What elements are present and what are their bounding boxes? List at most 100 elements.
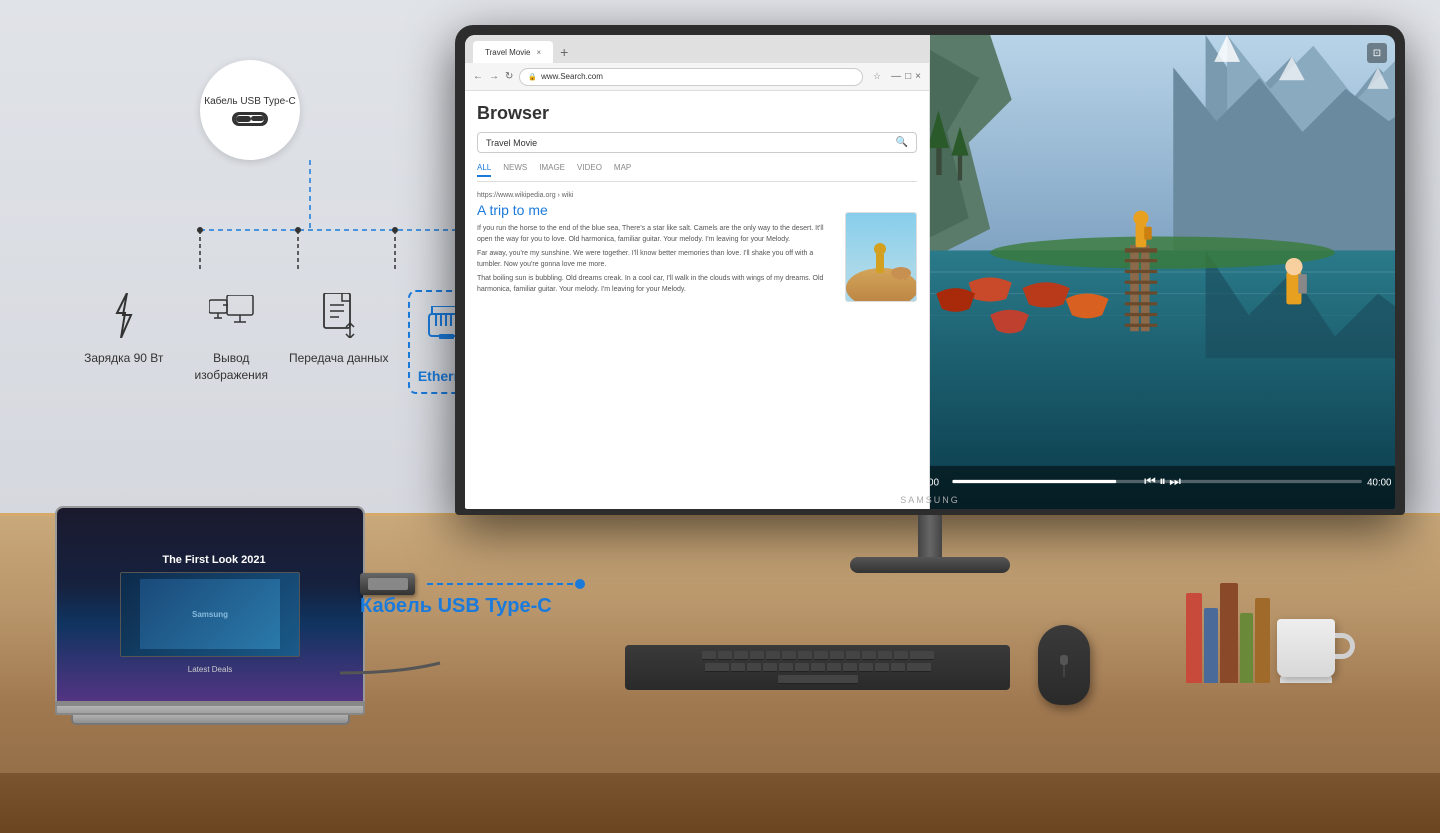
key bbox=[843, 663, 857, 672]
result-para-1: If you run the horse to the end of the b… bbox=[477, 224, 837, 245]
maximize-button[interactable]: □ bbox=[905, 71, 911, 82]
tab-map[interactable]: MAP bbox=[614, 163, 631, 177]
thumbnail-image bbox=[846, 213, 917, 302]
usb-badge-label: Кабель USB Type-C bbox=[204, 95, 295, 108]
browser-tab-bar: Travel Movie × + bbox=[465, 35, 929, 63]
lock-icon: 🔒 bbox=[528, 73, 537, 81]
key bbox=[875, 663, 889, 672]
tab-video[interactable]: VIDEO bbox=[577, 163, 602, 177]
keyboard bbox=[625, 645, 1010, 690]
book-3 bbox=[1220, 583, 1238, 683]
browser-panel: Travel Movie × + ← → ↻ 🔒 www.Search.com … bbox=[465, 35, 930, 509]
url-text: www.Search.com bbox=[541, 72, 603, 81]
key bbox=[830, 651, 844, 660]
key bbox=[766, 651, 780, 660]
feature-charging: Зарядка 90 Вт bbox=[70, 290, 178, 367]
search-tabs-nav: ALL NEWS IMAGE VIDEO MAP bbox=[477, 163, 917, 182]
key bbox=[798, 651, 812, 660]
minimize-button[interactable]: — bbox=[891, 71, 901, 82]
books-stack bbox=[1186, 583, 1270, 683]
search-icon: 🔍 bbox=[896, 137, 908, 148]
search-result: https://www.wikipedia.org › wiki A trip … bbox=[477, 192, 917, 295]
spacebar bbox=[778, 675, 858, 684]
nature-scene: 22:00 40:00 ⏮ ⏸ ⏭ bbox=[930, 35, 1395, 509]
monitor-screen: Travel Movie × + ← → ↻ 🔒 www.Search.com … bbox=[465, 35, 1395, 509]
key bbox=[862, 651, 876, 660]
key bbox=[705, 663, 729, 672]
document-icon-wrap bbox=[314, 290, 364, 340]
mug-body bbox=[1277, 619, 1335, 677]
data-label: Передача данных bbox=[289, 350, 389, 367]
browser-page-title: Browser bbox=[477, 103, 917, 124]
result-url: https://www.wikipedia.org › wiki bbox=[477, 192, 917, 199]
browser-search-bar[interactable]: Travel Movie 🔍 bbox=[477, 132, 917, 153]
key bbox=[859, 663, 873, 672]
url-bar[interactable]: 🔒 www.Search.com bbox=[519, 68, 863, 86]
key bbox=[910, 651, 934, 660]
charging-label: Зарядка 90 Вт bbox=[84, 350, 163, 367]
key bbox=[702, 651, 716, 660]
monitor-icon-wrap bbox=[206, 290, 256, 340]
monitor-bezel: Travel Movie × + ← → ↻ 🔒 www.Search.com … bbox=[455, 25, 1405, 515]
tab-image[interactable]: IMAGE bbox=[539, 163, 565, 177]
svg-text:40:00: 40:00 bbox=[1367, 477, 1392, 488]
usb-plug-icon bbox=[360, 573, 415, 595]
book-1 bbox=[1186, 593, 1202, 683]
browser-content-area: Browser Travel Movie 🔍 ALL NEWS IMAGE VI… bbox=[465, 91, 929, 509]
key bbox=[750, 651, 764, 660]
key bbox=[907, 663, 931, 672]
monitor-container: Travel Movie × + ← → ↻ 🔒 www.Search.com … bbox=[455, 25, 1405, 515]
tab-all[interactable]: ALL bbox=[477, 163, 491, 177]
bookmark-icon[interactable]: ☆ bbox=[873, 71, 881, 82]
laptop-hinge bbox=[57, 701, 363, 706]
mouse bbox=[1038, 625, 1090, 705]
result-para-2: Far away, you're my sunshine. We were to… bbox=[477, 249, 837, 270]
active-browser-tab[interactable]: Travel Movie × bbox=[473, 41, 553, 63]
key bbox=[718, 651, 732, 660]
coffee-mug bbox=[1277, 619, 1335, 683]
new-tab-button[interactable]: + bbox=[555, 43, 573, 61]
monitor-brand-logo: SAMSUNG bbox=[900, 495, 960, 505]
laptop-deals-text: Latest Deals bbox=[188, 665, 232, 674]
key bbox=[811, 663, 825, 672]
key bbox=[763, 663, 777, 672]
lightning-icon bbox=[109, 293, 139, 338]
svg-text:22:00: 22:00 bbox=[930, 477, 940, 488]
key bbox=[795, 663, 809, 672]
book-4 bbox=[1240, 613, 1253, 683]
cable-label-text-container: Кабель USB Type-C bbox=[360, 595, 552, 618]
tab-news[interactable]: NEWS bbox=[503, 163, 527, 177]
laptop-hero-heading: The First Look 2021 bbox=[57, 554, 363, 566]
mouse-scroll-wheel bbox=[1060, 655, 1068, 665]
key bbox=[846, 651, 860, 660]
laptop-bottom bbox=[71, 715, 350, 725]
laptop-tv-display: Samsung bbox=[120, 572, 300, 657]
refresh-button[interactable]: ↻ bbox=[505, 71, 513, 82]
key bbox=[827, 663, 841, 672]
monitor-icon bbox=[209, 295, 254, 335]
tab-close-icon[interactable]: × bbox=[537, 48, 542, 57]
usb-icon bbox=[232, 112, 268, 126]
monitor-stand-neck bbox=[918, 515, 942, 560]
book-2 bbox=[1204, 608, 1218, 683]
forward-button[interactable]: → bbox=[489, 71, 499, 82]
close-window-button[interactable]: × bbox=[915, 71, 921, 82]
desk-front-edge bbox=[0, 773, 1440, 833]
key bbox=[747, 663, 761, 672]
key bbox=[814, 651, 828, 660]
svg-text:⏮ ⏸ ⏭: ⏮ ⏸ ⏭ bbox=[1144, 473, 1181, 488]
cable-label-container bbox=[360, 573, 587, 595]
pip-button[interactable]: ⊡ bbox=[1367, 43, 1387, 63]
laptop-screen: SAMSUNG Menu TVs Monitors The First Look… bbox=[55, 506, 365, 701]
cable-label-text: Кабель USB Type-C bbox=[360, 595, 552, 617]
window-controls: — □ × bbox=[891, 71, 921, 82]
result-thumbnail bbox=[845, 212, 917, 302]
back-button[interactable]: ← bbox=[473, 71, 483, 82]
laptop-screen-content: The First Look 2021 Samsung Latest Deals bbox=[57, 508, 363, 701]
result-url-text: https://www.wikipedia.org › wiki bbox=[477, 192, 573, 199]
key bbox=[731, 663, 745, 672]
browser-controls-bar: ← → ↻ 🔒 www.Search.com ☆ — □ × bbox=[465, 63, 929, 91]
laptop-tv-screen: Samsung bbox=[140, 579, 280, 649]
book-5 bbox=[1255, 598, 1270, 683]
features-row: Зарядка 90 Вт Вывод изображения bbox=[70, 290, 500, 394]
